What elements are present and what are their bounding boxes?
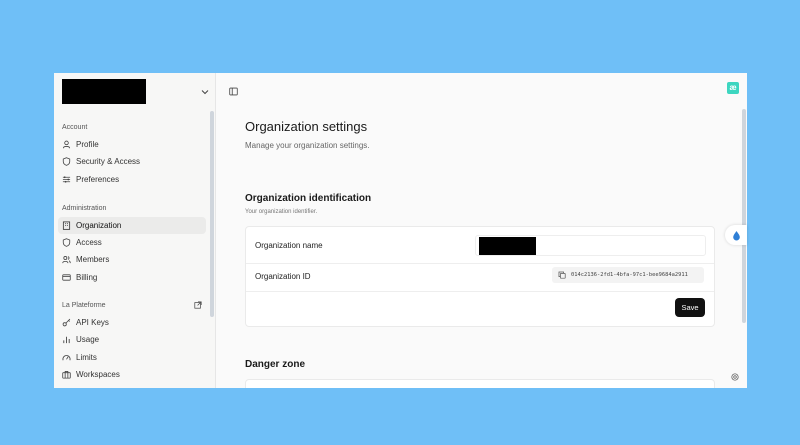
sidebar-section-administration: Administration: [62, 205, 107, 212]
sidebar-item-security-access[interactable]: Security & Access: [58, 153, 206, 170]
sidebar-toggle-icon[interactable]: [229, 87, 238, 96]
row-divider: [246, 263, 714, 264]
sidebar-item-label: Usage: [76, 335, 100, 344]
save-button[interactable]: Save: [675, 298, 705, 317]
organization-name-redacted: [479, 237, 536, 255]
danger-zone-card: [245, 379, 715, 388]
sidebar-item-label: Members: [76, 255, 110, 264]
droplet-icon: [732, 230, 740, 240]
sliders-icon: [62, 176, 71, 183]
sidebar-item-label: Organization: [76, 221, 122, 230]
page-title: Organization settings: [245, 119, 368, 134]
sidebar-item-label: Billing: [76, 273, 98, 282]
identification-description: Your organization identifier.: [245, 209, 318, 215]
copy-icon[interactable]: [558, 271, 566, 279]
row-divider: [246, 291, 714, 292]
bar-chart-icon: [63, 336, 70, 344]
sidebar-item-limits[interactable]: Limits: [58, 349, 206, 366]
sidebar-item-billing[interactable]: Billing: [58, 269, 206, 286]
sidebar-item-label: Access: [76, 238, 102, 247]
sidebar-section-la-plateforme: La Plateforme: [62, 302, 106, 309]
organization-switcher-redacted[interactable]: [62, 79, 146, 104]
chevron-down-icon[interactable]: [200, 87, 210, 97]
danger-zone-heading: Danger zone: [245, 359, 306, 370]
shield-icon: [62, 238, 71, 247]
sidebar-item-label: Workspaces: [76, 370, 120, 379]
sidebar-item-members[interactable]: Members: [58, 251, 206, 268]
sidebar-item-label: Profile: [76, 140, 99, 149]
user-icon: [62, 140, 71, 149]
sidebar-item-label: Limits: [76, 353, 97, 362]
organization-id-label: Organization ID: [255, 272, 311, 281]
sidebar-item-label: API Keys: [76, 318, 109, 327]
shield-icon: [62, 157, 71, 166]
key-icon: [62, 318, 71, 327]
sidebar: Account Profile Security & Access Prefer…: [54, 73, 216, 388]
sidebar-item-usage[interactable]: Usage: [58, 331, 206, 348]
sidebar-item-workspaces[interactable]: Workspaces: [58, 366, 206, 383]
page-subtitle: Manage your organization settings.: [245, 141, 370, 150]
organization-name-input[interactable]: [475, 235, 706, 256]
sidebar-item-profile[interactable]: Profile: [58, 136, 206, 153]
sidebar-item-api-keys[interactable]: API Keys: [58, 314, 206, 331]
app-logo: æ: [727, 82, 739, 94]
organization-name-label: Organization name: [255, 241, 323, 250]
sidebar-item-organization[interactable]: Organization: [58, 217, 206, 234]
users-icon: [62, 256, 71, 264]
external-link-icon[interactable]: [194, 301, 202, 309]
organization-id-value: 014c2136-2fd1-4bfa-97c1-bee9684a2911: [571, 272, 688, 278]
help-icon[interactable]: [731, 373, 739, 381]
organization-id-field[interactable]: 014c2136-2fd1-4bfa-97c1-bee9684a2911: [552, 267, 704, 283]
credit-card-icon: [62, 274, 71, 281]
main-content: æ Organization settings Manage your orga…: [216, 73, 747, 388]
sidebar-section-account: Account: [62, 124, 88, 131]
briefcase-icon: [62, 371, 71, 379]
app-window: Account Profile Security & Access Prefer…: [54, 73, 747, 388]
extension-widget[interactable]: [725, 225, 747, 245]
gauge-icon: [62, 355, 71, 361]
sidebar-item-preferences[interactable]: Preferences: [58, 171, 206, 188]
identification-card: Organization name Organization ID 014c21…: [245, 226, 715, 327]
sidebar-scrollbar[interactable]: [210, 111, 214, 317]
main-scrollbar[interactable]: [742, 109, 746, 323]
identification-heading: Organization identification: [245, 193, 372, 204]
sidebar-item-access[interactable]: Access: [58, 234, 206, 251]
sidebar-item-label: Preferences: [76, 175, 120, 184]
sidebar-item-label: Security & Access: [76, 157, 141, 166]
building-icon: [62, 221, 71, 230]
